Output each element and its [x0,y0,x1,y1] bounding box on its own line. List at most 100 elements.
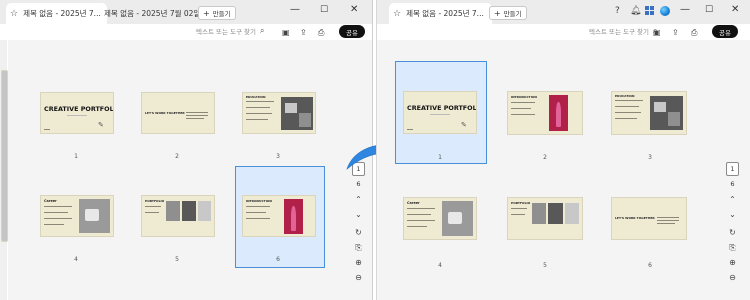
tab-active[interactable]: ☆ 제목 없음 - 2025년 7... ✕ [389,3,492,24]
page-thumbnail[interactable]: INTRODUCTION [507,91,583,135]
search-box[interactable]: 텍스트 또는 도구 찾기 ⌕ [196,26,265,36]
text-line [186,115,208,116]
apps-icon[interactable] [645,6,654,15]
tab-label: 제목 없음 - 2025년 7... [406,9,484,18]
share-button[interactable]: 공유 [339,25,365,38]
zoom-in-icon[interactable]: ⊕ [726,258,739,267]
page-thumbnail[interactable]: EDUCATION [611,91,687,135]
photo [668,112,680,126]
new-tab-button[interactable]: + 만들기 [198,6,236,20]
page-thumbnail[interactable]: Career [40,195,114,237]
page-thumbnail[interactable]: LET'S WORK TOGETHER [611,197,687,240]
footer-line [407,129,413,130]
current-page-field[interactable]: 1 [726,162,739,176]
text-line [246,212,266,213]
slide-title: EDUCATION [246,95,266,99]
photo [299,113,311,127]
page-settings-icon[interactable]: ⎘ [726,243,739,253]
tab-label: 제목 없음 - 2025년 7월 02일... [104,9,204,18]
search-icon[interactable]: ⌕ [260,26,264,36]
slide-title: EDUCATION [615,94,635,98]
tab-bar: ☆ 제목 없음 - 2025년 7... ✕ + 만들기 ? 🔔︎ — ☐ ✕ [377,0,750,24]
plus-icon: + [494,8,501,18]
total-pages: 6 [356,180,361,188]
page-thumbnail[interactable]: EDUCATION [242,92,316,134]
page-thumbnail[interactable]: INTRODUCTION [242,195,316,237]
slide-title: CREATIVE PORTFOLIO [44,105,114,113]
save-icon[interactable]: ▣ [653,28,661,37]
zoom-out-icon[interactable]: ⊖ [352,273,365,282]
refresh-icon[interactable]: ↻ [726,228,739,237]
zoom-in-icon[interactable]: ⊕ [352,258,365,267]
share-label: 공유 [346,28,358,37]
text-line [511,102,535,103]
chevron-down-icon[interactable]: ⌄ [352,210,365,219]
print-icon[interactable]: ⎙ [691,28,697,38]
maximize-icon[interactable]: ☐ [705,5,713,15]
right-window: ☆ 제목 없음 - 2025년 7... ✕ + 만들기 ? 🔔︎ — ☐ ✕ … [376,0,750,300]
page-thumbnail[interactable]: Career [403,197,477,240]
photo [532,203,546,224]
maximize-icon[interactable]: ☐ [320,5,328,15]
tab-inactive[interactable]: 제목 없음 - 2025년 7월 02일... [100,3,204,24]
close-window-icon[interactable]: ✕ [350,4,358,15]
page-number: 6 [276,256,280,263]
zoom-out-icon[interactable]: ⊖ [726,273,739,282]
chevron-up-icon[interactable]: ⌃ [726,195,739,204]
print-icon[interactable]: ⎙ [318,28,324,38]
help-icon[interactable]: ? [615,6,620,16]
star-icon[interactable]: ☆ [393,9,401,19]
upload-icon[interactable]: ⇪ [672,28,679,37]
page-thumbnail[interactable]: CREATIVE PORTFOLIO ✎ [40,92,114,134]
page-organizer-canvas: CREATIVE PORTFOLIO ✎ 1 LET'S WORK TOGETH… [8,40,372,300]
text-line [145,212,159,213]
share-button[interactable]: 공유 [712,25,738,38]
bell-icon[interactable]: 🔔︎ [630,6,641,16]
slide-title: LET'S WORK TOGETHER [615,216,655,220]
text-line [511,108,531,109]
tab-active[interactable]: ☆ 제목 없음 - 2025년 7... ✕ [6,3,107,24]
share-label: 공유 [719,28,731,37]
slide-title: PORTFOLIO [145,199,165,203]
text-line [246,113,272,114]
page-thumbnail[interactable]: CREATIVE PORTFOLIO ✎ [403,91,477,134]
footer-line [44,129,50,130]
text-line [407,220,435,221]
current-page-value: 1 [730,165,735,173]
star-icon[interactable]: ☆ [10,9,18,19]
text-line [186,118,204,119]
slide-title: LET'S WORK TOGETHER [145,111,185,115]
toolbar: 텍스트 또는 도구 찾기 ⌕ ▣ ⇪ ⎙ 공유 [0,24,372,40]
edge-icon[interactable] [660,6,670,16]
photo [442,201,473,236]
search-box[interactable]: 텍스트 또는 도구 찾기 ⌕ [589,26,658,36]
page-thumbnail[interactable]: PORTFOLIO [141,195,215,237]
photo [166,201,180,221]
chevron-down-icon[interactable]: ⌄ [726,210,739,219]
text-line [511,214,525,215]
text-line [407,226,427,227]
page-number: 3 [648,154,652,161]
refresh-icon[interactable]: ↻ [352,228,365,237]
new-tab-button[interactable]: + 만들기 [489,6,527,20]
page-thumbnail[interactable]: LET'S WORK TOGETHER [141,92,215,134]
save-icon[interactable]: ▣ [282,28,290,37]
page-number: 2 [175,153,179,160]
slide-title: CREATIVE PORTFOLIO [407,104,477,112]
text-line [657,217,679,218]
page-thumbnail[interactable]: PORTFOLIO [507,197,583,240]
minimize-icon[interactable]: — [290,4,300,15]
left-scrollbar[interactable] [0,40,8,300]
text-line [615,112,641,113]
text-line [511,208,527,209]
photo [565,203,579,224]
scroll-thumb[interactable] [1,70,8,242]
new-tab-label: 만들기 [503,10,522,18]
left-window: ☆ 제목 없음 - 2025년 7... ✕ 제목 없음 - 2025년 7월 … [0,0,373,300]
close-window-icon[interactable]: ✕ [731,4,739,15]
minimize-icon[interactable]: — [680,4,690,15]
toolbar: 텍스트 또는 도구 찾기 ⌕ ▣ ⇪ ⎙ 공유 [377,24,750,40]
page-settings-icon[interactable]: ⎘ [352,243,365,253]
upload-icon[interactable]: ⇪ [300,28,307,37]
chevron-up-icon[interactable]: ⌃ [352,195,365,204]
